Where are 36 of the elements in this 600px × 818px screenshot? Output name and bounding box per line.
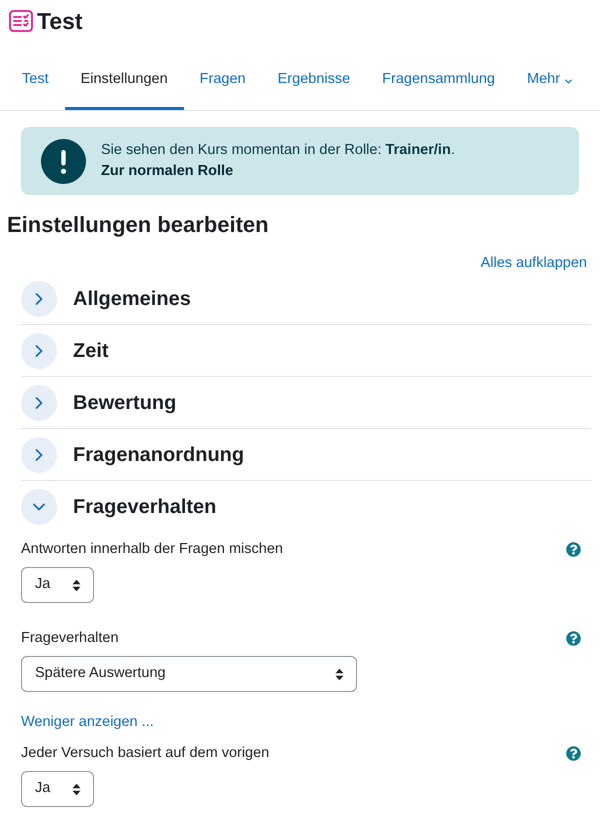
section-toggle[interactable] <box>21 385 57 421</box>
sort-arrows-icon <box>335 668 344 680</box>
select-field[interactable]: Ja <box>21 771 94 807</box>
page-heading: Einstellungen bearbeiten <box>6 211 270 239</box>
normal-role-link[interactable]: Zur normalen Rolle <box>101 161 234 182</box>
select-field[interactable]: Ja <box>21 567 94 603</box>
tab[interactable]: Fragensammlung <box>366 50 511 110</box>
show-less-link[interactable]: Weniger anzeigen ... <box>21 714 154 730</box>
field-label: Jeder Versuch basiert auf dem vorigen <box>21 744 270 763</box>
tab[interactable]: Einstellungen <box>64 50 184 110</box>
page-title: Test <box>37 8 83 34</box>
exclamation-icon <box>41 138 86 184</box>
alert-message: Sie sehen den Kurs momentan in der Rolle: Trainer/in. <box>101 141 455 160</box>
section-toggle[interactable] <box>21 333 57 369</box>
tab[interactable]: Mehr <box>511 50 590 110</box>
section-title: Fragenanordnung <box>73 443 244 468</box>
help-icon[interactable] <box>566 542 581 556</box>
section-title: Allgemeines <box>73 287 191 312</box>
field-label: Frageverhalten <box>21 629 119 648</box>
field-label: Antworten innerhalb der Fragen mischen <box>21 540 283 559</box>
help-icon[interactable] <box>566 746 581 760</box>
section-toggle[interactable] <box>21 281 57 317</box>
expand-all-link[interactable]: Alles aufklappen <box>480 253 587 273</box>
tab[interactable]: Test <box>6 50 65 110</box>
sort-arrows-icon <box>72 578 81 592</box>
section-toggle[interactable] <box>21 489 57 525</box>
tab[interactable]: Fragen <box>184 50 262 110</box>
section-title: Bewertung <box>73 391 176 416</box>
section-title: Zeit <box>73 339 109 364</box>
help-icon[interactable] <box>566 630 581 646</box>
tab[interactable]: Ergebnisse <box>262 50 366 110</box>
section-toggle[interactable] <box>21 437 57 473</box>
checklist-icon <box>9 10 33 32</box>
select-field[interactable]: Spätere Auswertung <box>21 656 357 692</box>
section-title: Frageverhalten <box>73 495 216 520</box>
sort-arrows-icon <box>72 782 81 796</box>
